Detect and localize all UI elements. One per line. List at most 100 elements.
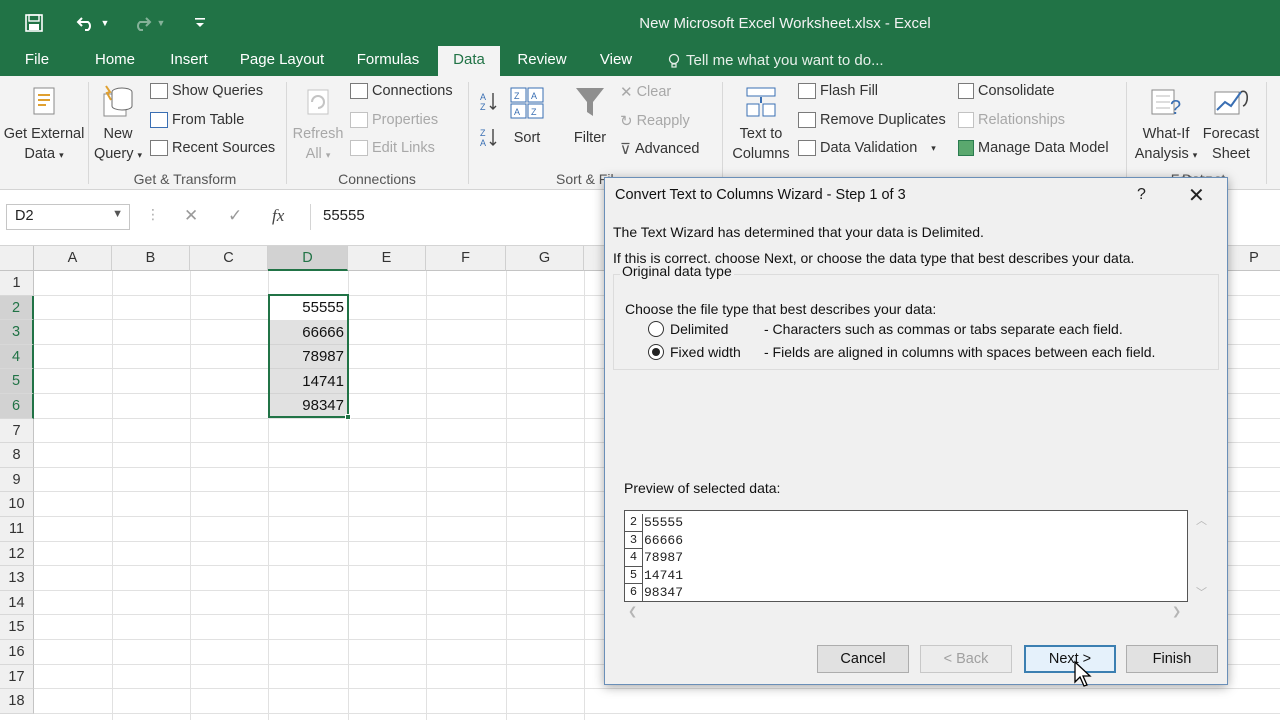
- column-header-b[interactable]: B: [112, 246, 190, 271]
- cell-d4[interactable]: 78987: [268, 345, 348, 369]
- column-header-f[interactable]: F: [426, 246, 506, 271]
- tab-file[interactable]: File: [14, 46, 60, 76]
- finish-button[interactable]: Finish: [1126, 645, 1218, 673]
- row-header[interactable]: 8: [0, 443, 34, 468]
- help-icon[interactable]: ?: [1137, 186, 1146, 204]
- row-header[interactable]: 5: [0, 369, 34, 394]
- row-header[interactable]: 1: [0, 271, 34, 296]
- consolidate-button[interactable]: Consolidate: [958, 83, 1055, 99]
- sort-button[interactable]: ZAAZ Sort: [506, 84, 548, 148]
- sort-az-icon[interactable]: AZ: [478, 90, 500, 112]
- chevron-down-icon[interactable]: ▼: [112, 208, 123, 220]
- tell-me-box[interactable]: Tell me what you want to do...: [668, 52, 884, 69]
- radio-circle-selected[interactable]: [648, 344, 664, 360]
- reapply-icon: ↻: [620, 113, 633, 130]
- data-validation-button[interactable]: Data Validation ▾: [798, 140, 936, 156]
- what-if-analysis-button[interactable]: ? What-If Analysis ▾: [1130, 84, 1202, 165]
- column-header-h[interactable]: [584, 246, 606, 271]
- tab-review[interactable]: Review: [508, 46, 576, 76]
- tab-page-layout[interactable]: Page Layout: [232, 46, 332, 76]
- filter-button[interactable]: Filter: [566, 84, 614, 148]
- row-header[interactable]: 4: [0, 344, 34, 370]
- cell-d3[interactable]: 66666: [268, 321, 348, 345]
- gridline: [426, 271, 427, 720]
- row-header[interactable]: 12: [0, 541, 34, 567]
- scroll-down-icon[interactable]: ﹀: [1196, 584, 1207, 600]
- row-header[interactable]: 10: [0, 492, 34, 517]
- preview-vertical-scrollbar[interactable]: ︿ ﹀: [1193, 510, 1209, 602]
- cell-d2[interactable]: 55555: [268, 296, 348, 320]
- cancel-button[interactable]: Cancel: [817, 645, 909, 673]
- scroll-left-icon[interactable]: ❮: [628, 605, 637, 618]
- show-queries-button[interactable]: Show Queries: [150, 83, 263, 99]
- row-header[interactable]: 15: [0, 615, 34, 640]
- clear-button[interactable]: ✕ Clear: [620, 83, 671, 101]
- tab-formulas[interactable]: Formulas: [346, 46, 430, 76]
- tab-home[interactable]: Home: [84, 46, 146, 76]
- manage-data-model-button[interactable]: Manage Data Model: [958, 140, 1109, 156]
- cell-d6[interactable]: 98347: [268, 394, 348, 418]
- radio-delimited[interactable]: Delimited: [648, 321, 728, 337]
- scroll-up-icon[interactable]: ︿: [1196, 512, 1207, 528]
- data-preview[interactable]: 2 55555 3 66666 4 78987 5 14741 6 98347: [624, 510, 1188, 602]
- cell-d5[interactable]: 14741: [268, 370, 348, 394]
- recent-sources-button[interactable]: Recent Sources: [150, 140, 275, 156]
- column-header-d[interactable]: D: [268, 246, 348, 271]
- insert-function-icon[interactable]: fx: [272, 206, 284, 226]
- sort-za-icon[interactable]: ZA: [478, 126, 500, 148]
- row-header[interactable]: 14: [0, 590, 34, 616]
- close-icon[interactable]: ✕: [1188, 183, 1205, 208]
- remove-duplicates-button[interactable]: Remove Duplicates: [798, 112, 946, 128]
- connections-button[interactable]: Connections: [350, 83, 453, 99]
- refresh-icon: [300, 84, 336, 120]
- forecast-sheet-button[interactable]: Forecast Sheet: [1200, 84, 1262, 164]
- row-header[interactable]: 9: [0, 467, 34, 493]
- radio-fixed-width[interactable]: Fixed width: [648, 344, 741, 360]
- from-table-button[interactable]: From Table: [150, 112, 244, 128]
- flash-fill-button[interactable]: Flash Fill: [798, 83, 878, 99]
- name-box[interactable]: D2 ▼: [6, 204, 130, 230]
- column-header-e[interactable]: E: [348, 246, 426, 271]
- reapply-label: Reapply: [636, 113, 690, 129]
- new-query-button[interactable]: New Query ▾: [92, 84, 144, 165]
- next-button[interactable]: Next >: [1024, 645, 1116, 673]
- radio-circle[interactable]: [648, 321, 664, 337]
- properties-button[interactable]: Properties: [350, 112, 438, 128]
- connections-icon: [350, 83, 368, 99]
- text-to-columns-button[interactable]: Text to Columns: [728, 84, 794, 164]
- row-header[interactable]: 16: [0, 640, 34, 665]
- confirm-entry-icon[interactable]: ✓: [228, 206, 242, 226]
- reapply-button[interactable]: ↻ Reapply: [620, 112, 690, 130]
- row-header[interactable]: 7: [0, 418, 34, 444]
- column-header-a[interactable]: A: [34, 246, 112, 271]
- tab-insert[interactable]: Insert: [160, 46, 218, 76]
- text-to-columns-icon: [743, 84, 779, 120]
- row-header[interactable]: 2: [0, 295, 34, 321]
- remove-duplicates-icon: [798, 112, 816, 128]
- row-header[interactable]: 17: [0, 664, 34, 690]
- column-header-c[interactable]: C: [190, 246, 268, 271]
- select-all-corner[interactable]: [0, 246, 34, 271]
- refresh-all-button[interactable]: Refresh All ▾: [290, 84, 346, 165]
- scroll-right-icon[interactable]: ❯: [1172, 605, 1181, 618]
- get-external-data-button[interactable]: Get External Data ▾: [2, 84, 86, 165]
- new-query-icon: [100, 84, 136, 120]
- column-header-p[interactable]: P: [1228, 246, 1280, 271]
- edit-links-button[interactable]: Edit Links: [350, 140, 435, 156]
- column-header-g[interactable]: G: [506, 246, 584, 271]
- tab-view[interactable]: View: [590, 46, 642, 76]
- row-header[interactable]: 11: [0, 517, 34, 542]
- row-header[interactable]: 18: [0, 689, 34, 714]
- gridline: [506, 271, 507, 720]
- gridline: [34, 712, 1280, 714]
- row-header[interactable]: 13: [0, 566, 34, 591]
- text-to-columns-dialog: Convert Text to Columns Wizard - Step 1 …: [604, 177, 1228, 685]
- preview-horizontal-scrollbar[interactable]: ❮ ❯: [624, 605, 1188, 621]
- row-header[interactable]: 3: [0, 320, 34, 345]
- row-header[interactable]: 6: [0, 394, 34, 419]
- relationships-button[interactable]: Relationships: [958, 112, 1065, 128]
- advanced-button[interactable]: ⊽ Advanced: [620, 140, 699, 158]
- cancel-entry-icon[interactable]: ✕: [184, 206, 198, 226]
- back-button[interactable]: < Back: [920, 645, 1012, 673]
- tab-data[interactable]: Data: [438, 46, 500, 76]
